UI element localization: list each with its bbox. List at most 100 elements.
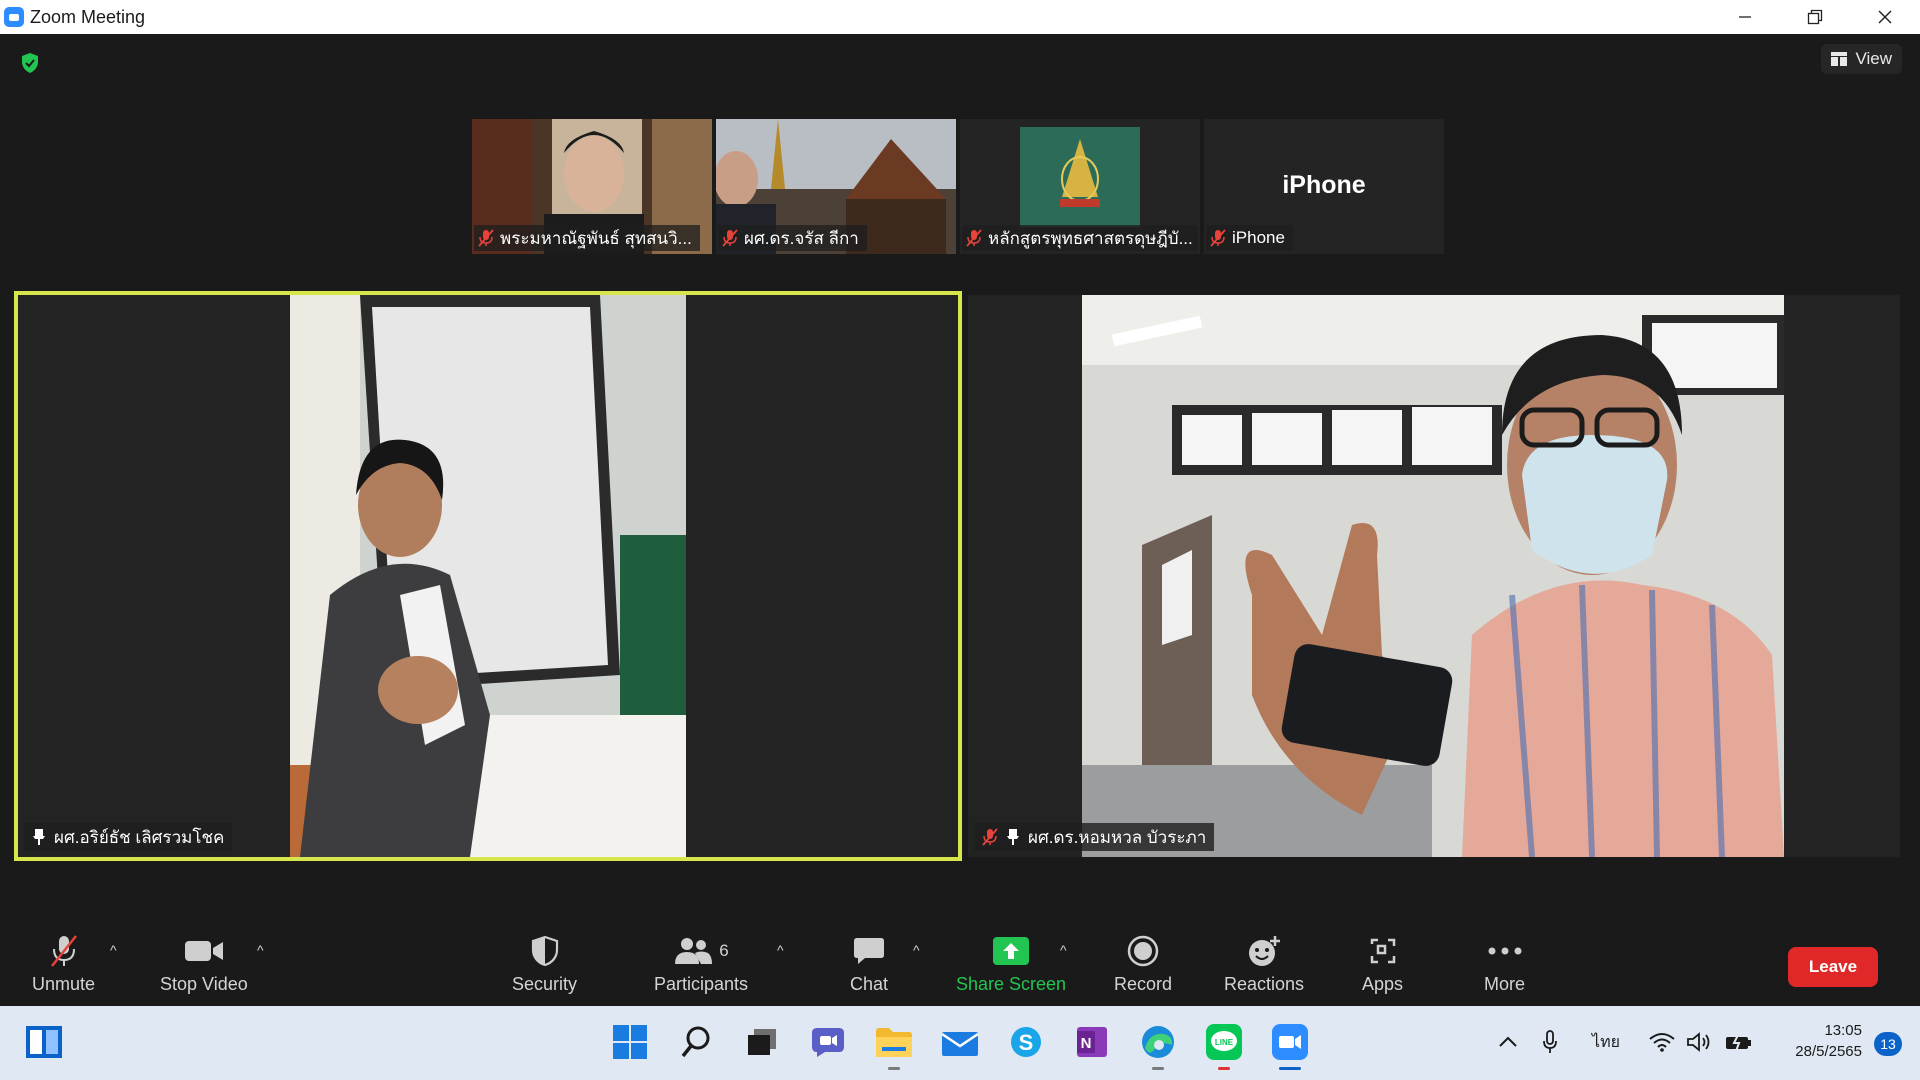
mail-icon	[942, 1032, 978, 1056]
muted-mic-icon	[1210, 229, 1226, 247]
svg-text:S: S	[1019, 1030, 1034, 1055]
file-explorer-button[interactable]	[874, 1022, 914, 1070]
participant-tile[interactable]: หลักสูตรพุทธศาสตรดุษฎีบั...	[960, 119, 1200, 254]
participant-nameplate: ผศ.ดร.จรัส ลีกา	[718, 225, 867, 251]
share-screen-icon	[993, 937, 1030, 965]
close-icon	[1878, 10, 1892, 24]
view-label: View	[1855, 49, 1892, 68]
participant-nameplate: หลักสูตรพุทธศาสตรดุษฎีบั...	[962, 225, 1198, 251]
participant-name: ผศ.ดร.หอมหวล บัวระภา	[1028, 827, 1207, 847]
stop-video-label: Stop Video	[160, 974, 248, 994]
participant-nameplate: iPhone	[1206, 225, 1293, 251]
speaker-volume-icon	[1687, 1032, 1710, 1052]
participant-video	[1082, 295, 1784, 857]
reactions-button[interactable]: Reactions	[1224, 934, 1304, 995]
teams-chat-button[interactable]	[808, 1022, 848, 1062]
meeting-toolbar: Unmute ^ Stop Video ^ Security 6 Partici…	[0, 912, 1920, 1006]
participant-tile[interactable]: ผศ.ดร.จรัส ลีกา	[716, 119, 956, 254]
record-icon	[1127, 935, 1159, 967]
search-icon	[681, 1026, 710, 1058]
share-screen-button[interactable]: Share Screen	[956, 934, 1066, 995]
microphone-tray-button[interactable]	[1538, 1026, 1562, 1058]
muted-mic-icon	[966, 229, 982, 247]
mail-button[interactable]	[940, 1022, 980, 1062]
notification-badge[interactable]: 13	[1874, 1032, 1902, 1056]
chat-button[interactable]: Chat	[849, 934, 889, 995]
view-button[interactable]: View	[1821, 44, 1902, 74]
wifi-button[interactable]	[1648, 1026, 1676, 1058]
line-app-button[interactable]: LINE	[1204, 1022, 1244, 1070]
unmute-button[interactable]: Unmute	[32, 934, 95, 995]
apps-button[interactable]: Apps	[1362, 934, 1403, 995]
muted-mic-icon	[478, 229, 494, 247]
participant-center-name: iPhone	[1282, 171, 1366, 199]
participants-icon	[675, 938, 713, 964]
pin-icon	[1007, 829, 1019, 845]
encryption-shield-icon[interactable]	[20, 52, 40, 74]
skype-icon: S	[1011, 1027, 1041, 1057]
input-language-indicator[interactable]: ไทย	[1588, 1026, 1624, 1058]
participant-tile[interactable]: พระมหาณัฐพันธ์ สุทสนวิ...	[472, 119, 712, 254]
muted-mic-icon	[722, 229, 738, 247]
widgets-icon	[26, 1026, 62, 1058]
onenote-icon: N	[1077, 1027, 1107, 1057]
close-button[interactable]	[1850, 0, 1920, 34]
restore-icon	[1807, 9, 1823, 25]
leave-button[interactable]: Leave	[1788, 947, 1878, 987]
apps-label: Apps	[1362, 974, 1404, 994]
zoom-taskbar-button[interactable]	[1270, 1022, 1310, 1070]
onenote-button[interactable]: N	[1072, 1022, 1112, 1062]
edge-browser-button[interactable]	[1138, 1022, 1178, 1070]
speaker-video	[290, 295, 686, 857]
reactions-label: Reactions	[1224, 974, 1305, 994]
search-button[interactable]	[676, 1022, 716, 1062]
clock-date: 28/5/2565	[1795, 1043, 1862, 1060]
volume-button[interactable]	[1686, 1026, 1714, 1058]
windows-start-icon	[613, 1025, 647, 1059]
record-label: Record	[1114, 974, 1173, 994]
security-label: Security	[512, 974, 578, 994]
skype-button[interactable]: S	[1006, 1022, 1046, 1062]
share-screen-label: Share Screen	[956, 974, 1067, 994]
chevron-up-icon	[1499, 1036, 1517, 1047]
active-speaker-tile[interactable]: ผศ.อริย์ธัช เลิศรวมโชค	[14, 291, 962, 861]
more-label: More	[1484, 974, 1526, 994]
edge-icon	[1142, 1026, 1174, 1058]
task-view-button[interactable]	[742, 1022, 782, 1062]
participant-large-tile[interactable]: ผศ.ดร.หอมหวล บัวระภา	[968, 295, 1900, 857]
participants-label: Participants	[654, 974, 749, 994]
taskbar-clock[interactable]: 13:05 28/5/2565	[1795, 1020, 1862, 1062]
stop-video-button[interactable]: Stop Video	[160, 934, 248, 995]
show-hidden-icons-button[interactable]	[1496, 1026, 1520, 1058]
participant-thumbnails: พระมหาณัฐพันธ์ สุทสนวิ... ผศ.ดร.จรัส ลีก…	[472, 119, 1444, 254]
record-button[interactable]: Record	[1114, 934, 1172, 995]
restore-button[interactable]	[1780, 0, 1850, 34]
video-options-caret[interactable]: ^	[257, 942, 264, 958]
participant-name: พระมหาณัฐพันธ์ สุทสนวิ...	[500, 228, 692, 248]
battery-button[interactable]	[1724, 1026, 1754, 1058]
widgets-button[interactable]	[24, 1022, 64, 1062]
chat-bubble-icon	[854, 938, 884, 964]
unmute-label: Unmute	[32, 974, 96, 994]
video-camera-icon	[184, 941, 223, 961]
microphone-icon	[1543, 1030, 1557, 1053]
window-title-bar: Zoom Meeting	[0, 0, 1920, 34]
participants-options-caret[interactable]: ^	[777, 942, 784, 958]
participant-tile[interactable]: iPhone iPhone	[1204, 119, 1444, 254]
windows-taskbar: S N LINE ไทย 13:05 28/5/2565 13	[0, 1006, 1920, 1080]
share-options-caret[interactable]: ^	[1060, 942, 1067, 958]
participants-count: 6	[719, 941, 729, 960]
minimize-button[interactable]	[1710, 0, 1780, 34]
participants-button[interactable]: 6 Participants	[654, 934, 748, 995]
svg-text:LINE: LINE	[1215, 1038, 1234, 1047]
window-controls	[1710, 0, 1920, 34]
audio-options-caret[interactable]: ^	[110, 942, 117, 958]
participant-name: ผศ.ดร.จรัส ลีกา	[744, 228, 859, 248]
folder-icon	[876, 1028, 912, 1057]
muted-microphone-icon	[50, 935, 77, 967]
task-view-icon	[748, 1029, 776, 1055]
security-button[interactable]: Security	[512, 934, 577, 995]
more-button[interactable]: More	[1484, 934, 1525, 995]
chat-options-caret[interactable]: ^	[913, 942, 920, 958]
start-button[interactable]	[610, 1022, 650, 1062]
